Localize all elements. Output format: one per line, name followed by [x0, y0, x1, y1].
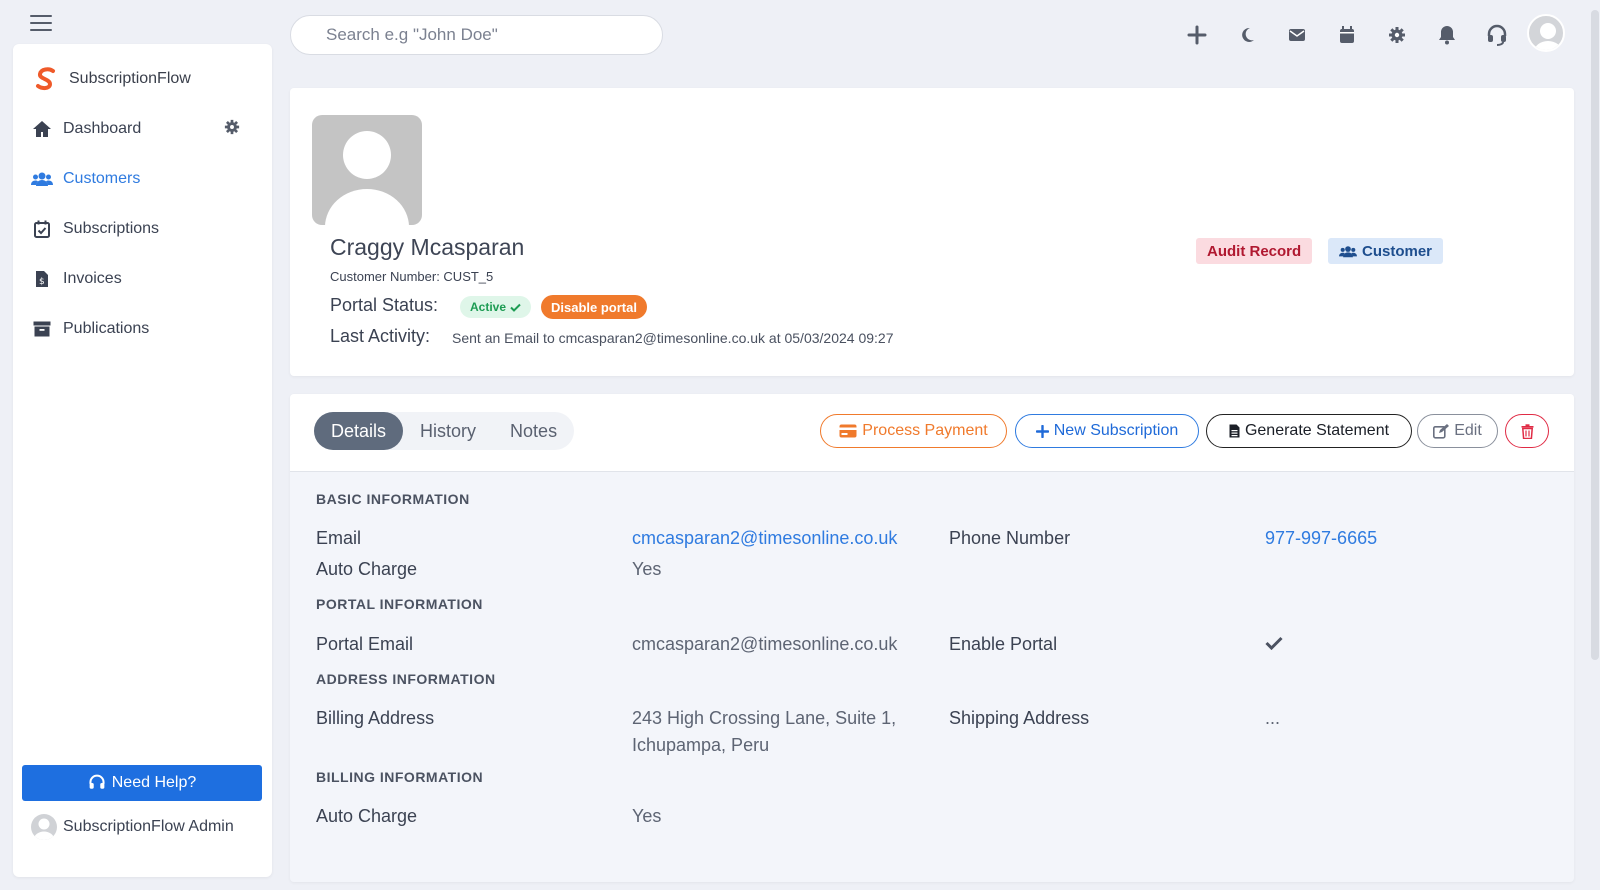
- sidebar-item-customers[interactable]: Customers: [13, 154, 272, 204]
- customer-name: Craggy Mcasparan: [330, 234, 525, 260]
- check-icon: [1265, 636, 1283, 655]
- admin-profile[interactable]: SubscriptionFlow Admin: [31, 814, 234, 840]
- billing-information-heading: BILLING INFORMATION: [316, 769, 484, 785]
- sidebar-item-label: Publications: [63, 320, 150, 337]
- users-icon: [1339, 245, 1357, 257]
- users-icon: [31, 168, 53, 190]
- customer-details-card: Details History Notes Process Payment Ne…: [290, 394, 1574, 882]
- menu-toggle-icon[interactable]: [30, 15, 52, 31]
- address-information-heading: ADDRESS INFORMATION: [316, 671, 496, 687]
- shipping-address-value: ...: [1265, 708, 1281, 728]
- billing-auto-charge-label: Auto Charge: [316, 806, 418, 826]
- sidebar-item-subscriptions[interactable]: Subscriptions: [13, 204, 272, 254]
- search-input[interactable]: [290, 15, 663, 55]
- mail-icon[interactable]: [1280, 18, 1314, 52]
- new-subscription-label: New Subscription: [1053, 422, 1179, 439]
- archive-icon: [31, 318, 53, 340]
- edit-icon: [1433, 423, 1450, 439]
- email-link[interactable]: cmcasparan2@timesonline.co.uk: [632, 528, 897, 549]
- sidebar-item-publications[interactable]: Publications: [13, 304, 272, 354]
- tab-details[interactable]: Details: [314, 412, 404, 450]
- delete-button[interactable]: [1505, 414, 1549, 448]
- customer-number: Customer Number: CUST_5: [330, 269, 494, 284]
- billing-address-label: Billing Address: [316, 708, 435, 728]
- portal-status-text: Active: [470, 300, 507, 314]
- user-avatar[interactable]: [1527, 14, 1565, 52]
- dashboard-settings-icon[interactable]: [224, 119, 242, 137]
- customer-profile-card: Craggy Mcasparan Customer Number: CUST_5…: [290, 88, 1574, 376]
- scrollbar-thumb[interactable]: [1591, 10, 1599, 660]
- file-icon: [1229, 424, 1240, 438]
- home-icon: [31, 118, 53, 140]
- tab-bar: Details History Notes: [314, 412, 575, 450]
- basic-information-heading: BASIC INFORMATION: [316, 491, 470, 507]
- tab-notes[interactable]: Notes: [493, 412, 574, 450]
- customer-tag: Customer: [1328, 238, 1444, 264]
- customer-tag-label: Customer: [1362, 242, 1433, 260]
- phone-label: Phone Number: [949, 528, 1071, 548]
- calendar-check-icon: [31, 218, 53, 240]
- portal-email-label: Portal Email: [316, 634, 414, 654]
- new-subscription-button[interactable]: New Subscription: [1015, 414, 1199, 448]
- top-toolbar: [1180, 18, 1530, 52]
- headset-icon[interactable]: [1480, 18, 1514, 52]
- edit-label: Edit: [1454, 422, 1482, 439]
- brand-logo-icon: [36, 67, 55, 91]
- svg-text:$: $: [39, 277, 45, 287]
- enable-portal-label: Enable Portal: [949, 634, 1058, 654]
- brand-name: SubscriptionFlow: [69, 70, 191, 87]
- sidebar-item-label: Customers: [63, 170, 141, 187]
- sidebar-item-dashboard[interactable]: Dashboard: [13, 104, 272, 154]
- tab-history[interactable]: History: [403, 412, 493, 450]
- need-help-label: Need Help?: [111, 774, 197, 791]
- moon-icon[interactable]: [1230, 18, 1264, 52]
- details-header: Details History Notes Process Payment Ne…: [290, 394, 1574, 472]
- process-payment-button[interactable]: Process Payment: [820, 414, 1007, 448]
- auto-charge-value: Yes: [632, 559, 662, 579]
- disable-portal-button[interactable]: Disable portal: [541, 295, 647, 319]
- gear-icon[interactable]: [1380, 18, 1414, 52]
- plus-icon[interactable]: [1180, 18, 1214, 52]
- trash-icon: [1521, 423, 1533, 439]
- bell-icon[interactable]: [1430, 18, 1464, 52]
- generate-statement-button[interactable]: Generate Statement: [1206, 414, 1412, 448]
- edit-button[interactable]: Edit: [1417, 414, 1498, 448]
- portal-email-value: cmcasparan2@timesonline.co.uk: [632, 634, 898, 654]
- brand[interactable]: SubscriptionFlow: [33, 66, 191, 92]
- process-payment-label: Process Payment: [862, 422, 988, 439]
- sidebar-item-label: Dashboard: [63, 120, 142, 137]
- headset-icon: [89, 774, 105, 789]
- sidebar-item-invoices[interactable]: $ Invoices: [13, 254, 272, 304]
- email-label: Email: [316, 528, 362, 548]
- last-activity-label: Last Activity:: [330, 326, 431, 346]
- billing-address-line1: 243 High Crossing Lane, Suite 1,: [632, 708, 897, 728]
- generate-statement-label: Generate Statement: [1244, 422, 1390, 439]
- invoice-icon: $: [31, 268, 53, 290]
- sidebar-item-label: Invoices: [63, 270, 122, 287]
- auto-charge-label: Auto Charge: [316, 559, 418, 579]
- shipping-address-label: Shipping Address: [949, 708, 1090, 728]
- portal-status-label: Portal Status:: [330, 295, 439, 315]
- check-icon: [510, 303, 521, 312]
- phone-link[interactable]: 977-997-6665: [1265, 528, 1377, 549]
- billing-address-line2: Ichupampa, Peru: [632, 735, 770, 755]
- avatar: [31, 814, 57, 840]
- sidebar-item-label: Subscriptions: [63, 220, 160, 237]
- portal-information-heading: PORTAL INFORMATION: [316, 596, 483, 612]
- portal-status-badge: Active: [460, 296, 532, 318]
- customer-avatar: [312, 115, 422, 225]
- plus-icon: [1035, 424, 1049, 438]
- need-help-button[interactable]: Need Help?: [22, 765, 262, 801]
- sidebar: SubscriptionFlow Dashboard Customers Sub…: [13, 44, 272, 877]
- credit-card-icon: [839, 424, 857, 438]
- audit-record-button[interactable]: Audit Record: [1196, 238, 1313, 264]
- sidebar-nav: Dashboard Customers Subscriptions $ Invo…: [13, 104, 272, 354]
- billing-auto-charge-value: Yes: [632, 806, 662, 826]
- last-activity-text: Sent an Email to cmcasparan2@timesonline…: [452, 330, 894, 346]
- calendar-icon[interactable]: [1330, 18, 1364, 52]
- admin-name: SubscriptionFlow Admin: [63, 818, 234, 835]
